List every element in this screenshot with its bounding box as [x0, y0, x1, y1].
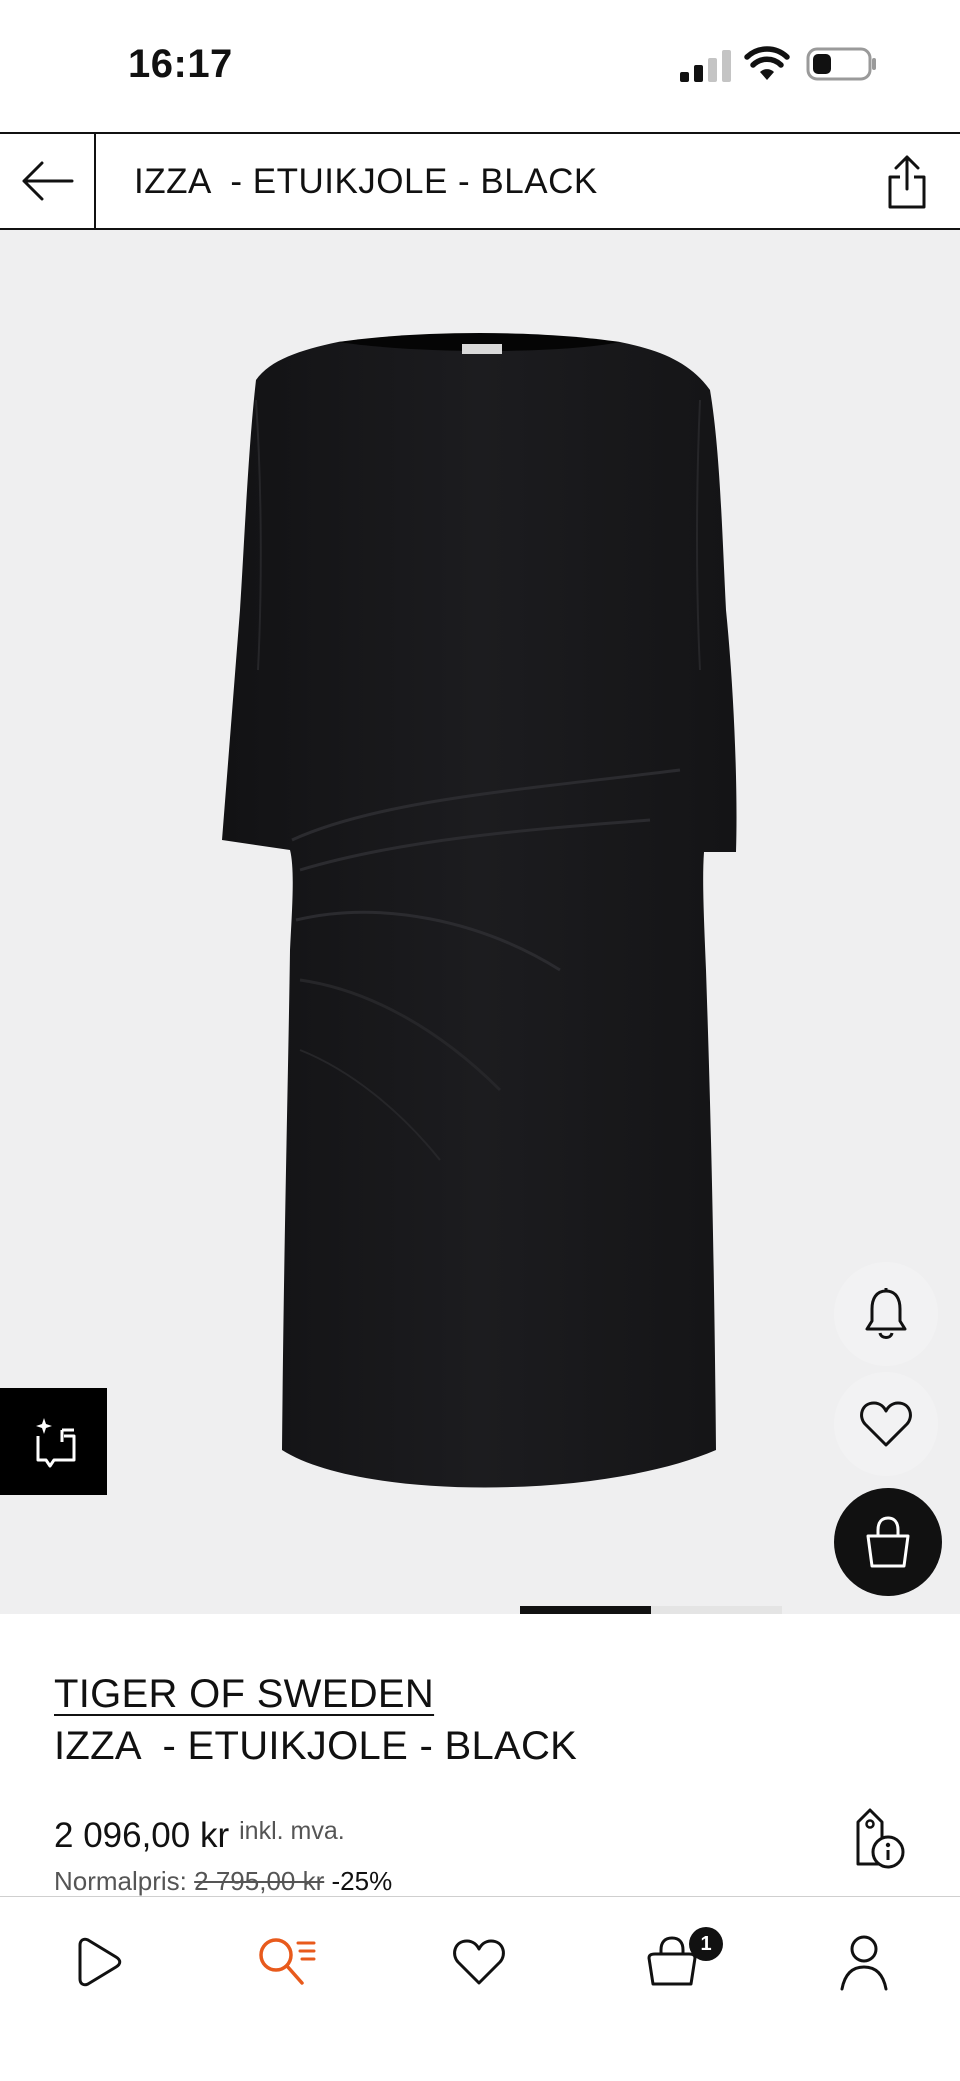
nav-search[interactable] [242, 1917, 332, 2007]
size-compare-button[interactable] [0, 1388, 107, 1495]
bell-icon [865, 1288, 907, 1339]
product-image-gallery[interactable] [0, 230, 960, 1614]
product-name: IZZA - ETUIKJOLE - BLACK [54, 1724, 578, 1768]
page-title: IZZA - ETUIKJOLE - BLACK [134, 162, 598, 201]
nav-wishlist[interactable] [434, 1917, 524, 2007]
price-row: 2 096,00 kr inkl. mva. [54, 1816, 345, 1856]
back-button[interactable] [0, 134, 96, 228]
add-to-bag-button[interactable] [834, 1488, 942, 1596]
arrow-left-icon [22, 161, 74, 201]
notify-button[interactable] [834, 1262, 938, 1366]
wishlist-button[interactable] [834, 1372, 938, 1476]
current-price: 2 096,00 kr [54, 1816, 230, 1855]
shopping-bag-icon [866, 1516, 910, 1568]
play-logo-icon [78, 1937, 122, 1987]
battery-icon [806, 47, 876, 81]
dress-image [222, 333, 737, 1488]
search-list-icon [259, 1938, 316, 1985]
size-compare-icon [35, 1417, 75, 1467]
heart-icon [860, 1401, 912, 1447]
nav-bag[interactable]: 1 [627, 1917, 723, 2007]
nav-home[interactable] [52, 1917, 142, 2007]
normal-price-row: Normalpris: 2 795,00 kr -25% [54, 1866, 392, 1897]
price-tag-info-icon [856, 1808, 905, 1869]
image-carousel-indicator [0, 1606, 960, 1614]
normal-price-label: Normalpris: [54, 1866, 187, 1896]
heart-icon [453, 1939, 505, 1985]
status-bar: 16:17 [0, 0, 960, 132]
carousel-active-indicator [520, 1606, 651, 1614]
top-app-bar: IZZA - ETUIKJOLE - BLACK [0, 132, 960, 230]
discount-badge: -25% [331, 1866, 393, 1896]
cellular-signal-icon [680, 50, 731, 82]
price-info-button[interactable] [848, 1806, 908, 1870]
wifi-icon [744, 46, 790, 80]
status-time: 16:17 [128, 42, 233, 86]
bottom-navigation: 1 [0, 1896, 960, 2081]
share-icon [888, 155, 926, 209]
normal-price: 2 795,00 kr [194, 1866, 325, 1896]
vat-note: inkl. mva. [239, 1817, 345, 1845]
person-icon [840, 1935, 888, 1991]
brand-link[interactable]: TIGER OF SWEDEN [54, 1672, 434, 1717]
nav-account[interactable] [819, 1917, 909, 2007]
bag-count-badge: 1 [689, 1927, 723, 1961]
share-button[interactable] [882, 152, 932, 212]
